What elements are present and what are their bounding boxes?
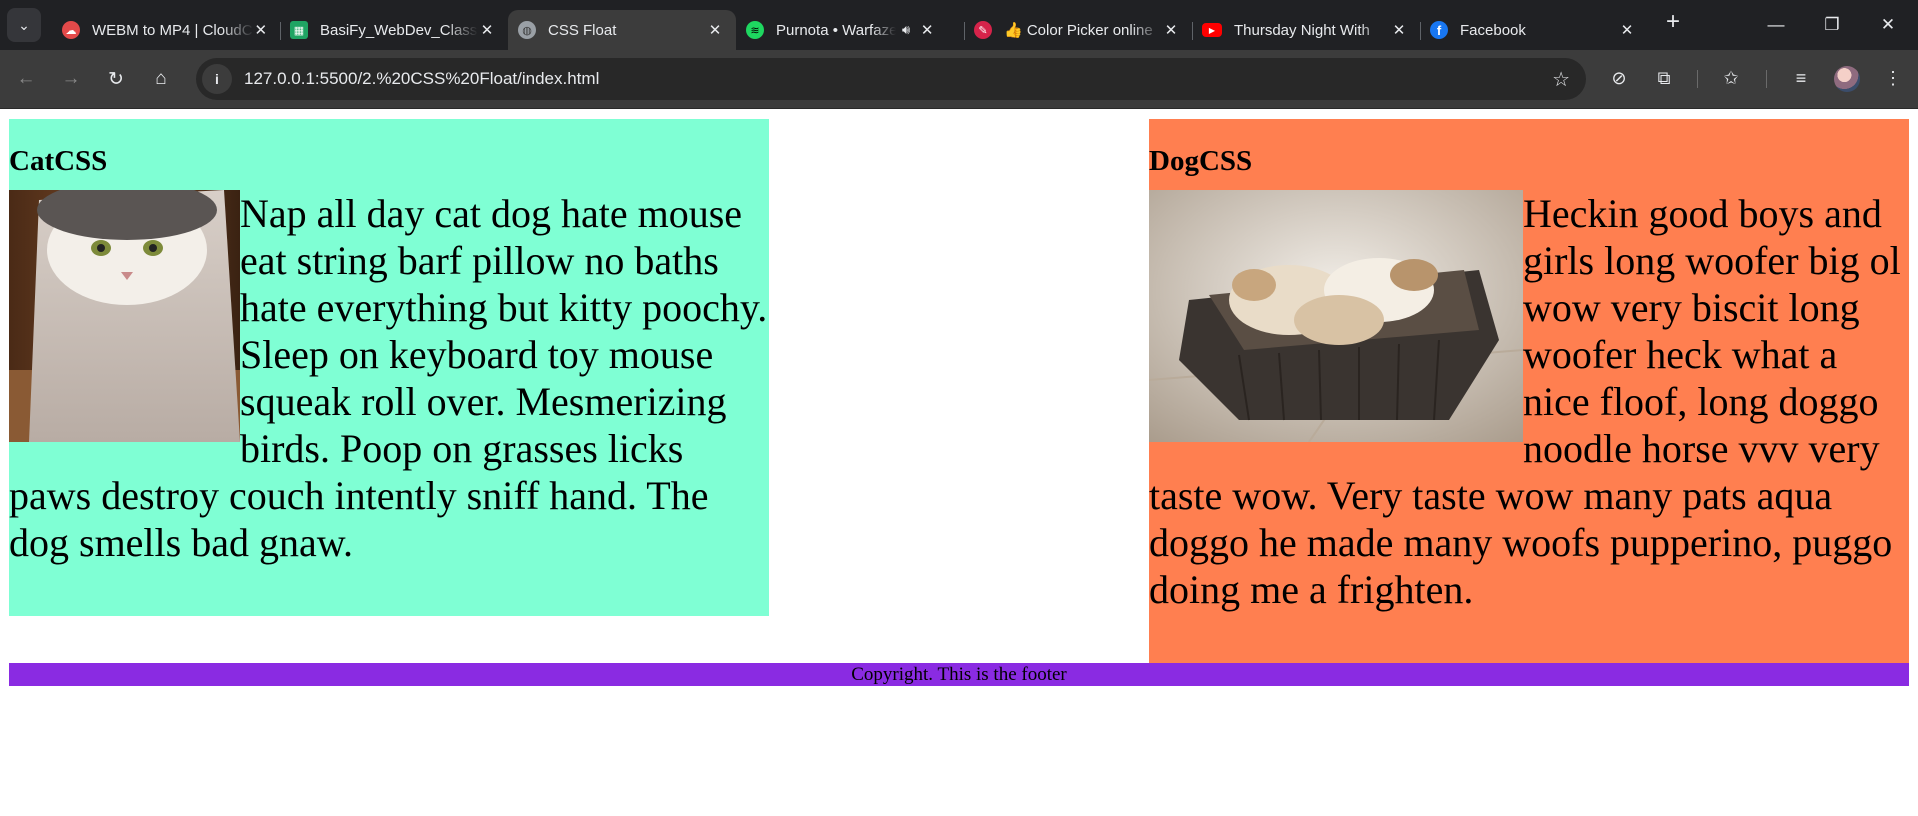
page-footer: Copyright. This is the footer [9, 663, 1909, 686]
tab-title: Facebook [1460, 21, 1526, 39]
close-icon[interactable]: ✕ [1162, 21, 1180, 39]
cat-photo [9, 190, 240, 442]
cat-article: CatCSS Nap all day cat dog hate mouse ea… [9, 119, 769, 616]
tab-webm-to-mp4[interactable]: ☁ WEBM to MP4 | CloudConvert ✕ [52, 10, 281, 50]
close-icon: ✕ [1880, 15, 1896, 34]
home-icon: ⌂ [155, 68, 167, 89]
color-picker-icon: ✎ [974, 21, 992, 39]
sheets-icon: ▦ [290, 21, 308, 39]
minimize-icon: — [1767, 15, 1785, 34]
back-button[interactable]: ← [8, 61, 44, 97]
minimize-button[interactable]: — [1748, 0, 1804, 50]
facebook-icon: f [1430, 21, 1448, 39]
home-button[interactable]: ⌂ [143, 61, 179, 97]
close-window-button[interactable]: ✕ [1860, 0, 1916, 50]
tab-title: CSS Float [548, 21, 617, 39]
speaker-icon[interactable]: 🔊︎ [902, 22, 910, 38]
youtube-icon: ▶ [1202, 23, 1222, 37]
tab-search-button[interactable]: ⌄ [7, 8, 41, 42]
close-icon[interactable]: ✕ [1618, 21, 1636, 39]
new-tab-button[interactable]: + [1656, 5, 1690, 39]
cat-heading: CatCSS [9, 145, 108, 177]
reload-icon: ↻ [108, 68, 124, 90]
tab-strip: ⌄ ☁ WEBM to MP4 | CloudConvert ✕ ▦ BasiF… [0, 0, 1918, 50]
tab-title: Purnota • Warfaze [776, 21, 896, 39]
plus-icon: + [1665, 8, 1680, 35]
tab-css-float[interactable]: ◍ CSS Float ✕ [508, 10, 736, 50]
compass-icon[interactable]: ⊘ [1602, 61, 1636, 95]
arrow-right-icon: → [61, 68, 81, 89]
tab-title: BasiFy_WebDev_Class [320, 21, 478, 39]
bookmark-star-icon[interactable]: ☆ [1552, 67, 1570, 92]
extensions-icon[interactable]: ⧉ [1647, 61, 1681, 95]
tab-title: WEBM to MP4 | CloudConvert [92, 21, 254, 39]
site-info-icon[interactable]: i [202, 64, 232, 94]
dog-photo [1149, 190, 1523, 442]
spotify-icon: ≋ [746, 21, 764, 39]
address-bar[interactable]: i 127.0.0.1:5500/2.%20CSS%20Float/index.… [196, 58, 1586, 100]
cat-body: Nap all day cat dog hate mouse eat strin… [9, 190, 769, 566]
favorites-icon[interactable]: ✩ [1714, 61, 1748, 95]
restore-icon: ❐ [1824, 15, 1840, 34]
close-icon[interactable]: ✕ [254, 21, 268, 39]
avatar[interactable] [1834, 66, 1860, 92]
dog-article: DogCSS Heckin good boys and girls long w… [1149, 119, 1909, 663]
tab-basify[interactable]: ▦ BasiFy_WebDev_Class ✕ [280, 10, 508, 50]
tab-list: ☁ WEBM to MP4 | CloudConvert ✕ ▦ BasiFy_… [52, 0, 1648, 50]
arrow-left-icon: ← [16, 68, 36, 89]
globe-icon: ◍ [518, 21, 536, 39]
tab-title: 👍 Color Picker online [1004, 22, 1153, 39]
tab-facebook[interactable]: f Facebook ✕ [1420, 10, 1648, 50]
media-queue-icon[interactable]: ≡ [1784, 61, 1818, 95]
forward-button[interactable]: → [53, 61, 89, 97]
close-icon[interactable]: ✕ [918, 21, 936, 39]
tab-spotify[interactable]: ≋ Purnota • Warfaze 🔊︎ ✕ [736, 10, 965, 50]
dog-heading: DogCSS [1149, 145, 1253, 177]
close-icon[interactable]: ✕ [478, 21, 496, 39]
tab-color-picker[interactable]: ✎ 👍 Color Picker online ✕ [964, 10, 1193, 50]
tab-title: Thursday Night With [1234, 21, 1370, 39]
more-menu-icon[interactable]: ⋮ [1876, 61, 1910, 95]
url-text: 127.0.0.1:5500/2.%20CSS%20Float/index.ht… [244, 69, 600, 88]
close-icon[interactable]: ✕ [706, 21, 724, 39]
tab-youtube[interactable]: ▶ Thursday Night With ✕ [1192, 10, 1421, 50]
cloudconvert-icon: ☁ [62, 21, 80, 39]
close-icon[interactable]: ✕ [1390, 21, 1408, 39]
dog-body: Heckin good boys and girls long woofer b… [1149, 190, 1909, 613]
chevron-down-icon: ⌄ [18, 16, 30, 33]
restore-button[interactable]: ❐ [1804, 0, 1860, 50]
page-viewport: CatCSS Nap all day cat dog hate mouse ea… [0, 109, 1918, 816]
reload-button[interactable]: ↻ [98, 61, 134, 97]
